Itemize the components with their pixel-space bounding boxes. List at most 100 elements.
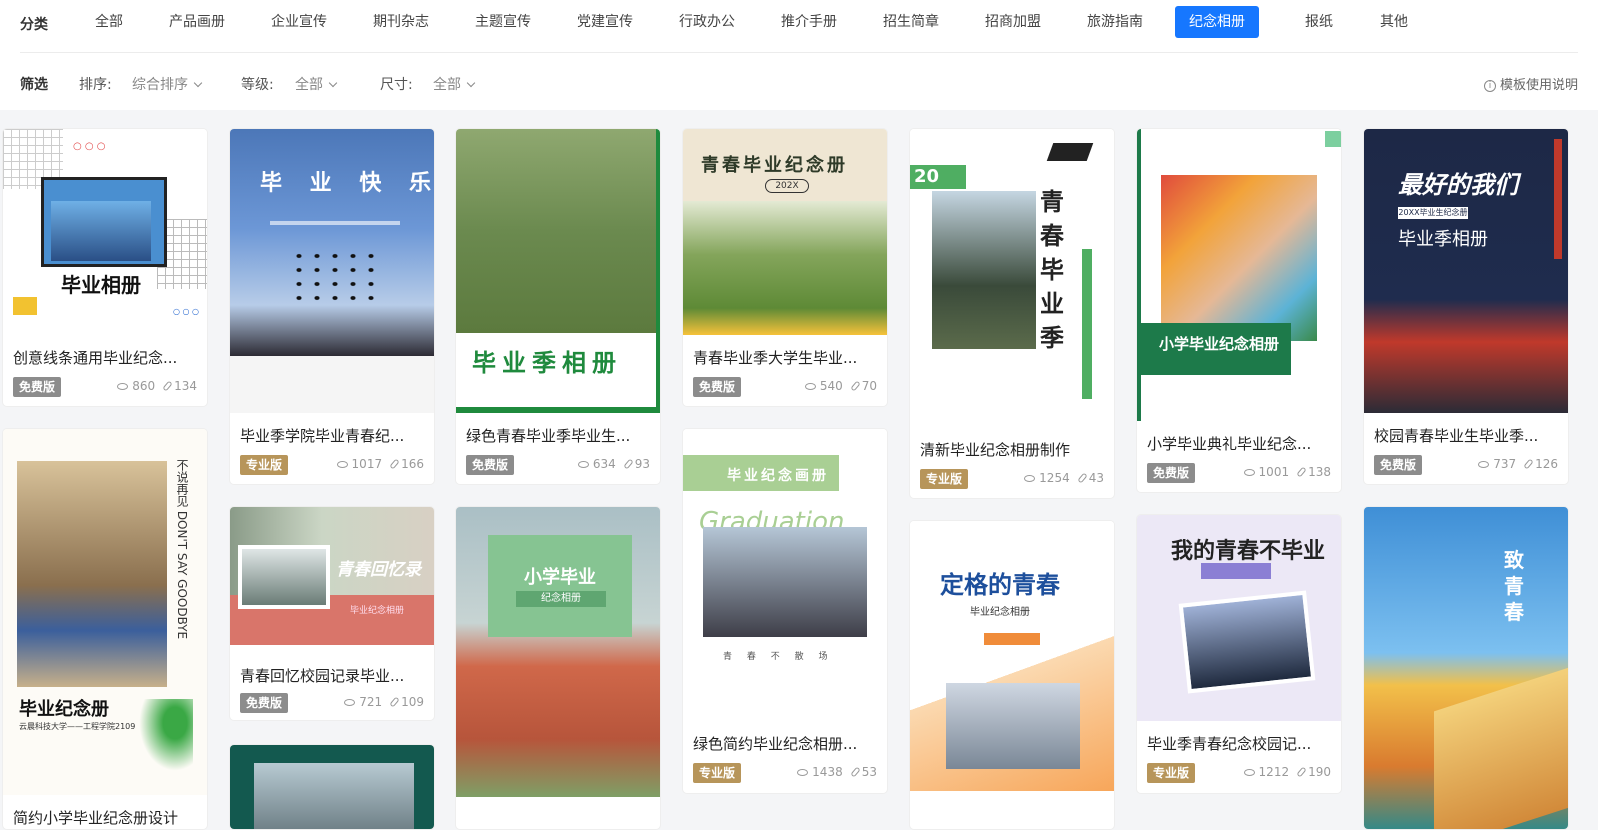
divider [20,52,1578,53]
template-title[interactable]: 小学毕业典礼毕业纪念... [1147,433,1331,454]
template-thumbnail[interactable]: 最好的我们 20XX毕业生纪念册 毕业季相册 [1364,129,1568,413]
paperclip-icon [389,696,400,708]
template-thumbnail[interactable]: 毕业相册 ○ ○ ○ ○ ○ ○ [3,129,207,335]
template-thumbnail[interactable]: 致青春 [1364,507,1568,829]
template-card[interactable]: 20 青春毕业季 清新毕业纪念相册制作 专业版 1254 43 [909,128,1115,499]
template-stats: 634 93 [577,457,650,471]
category-theme[interactable]: 主题宣传 [461,6,545,38]
category-party[interactable]: 党建宣传 [563,6,647,38]
template-title[interactable]: 青春回忆校园记录毕业... [240,665,424,686]
license-badge: 专业版 [920,469,969,489]
use-count: 166 [401,457,424,471]
template-title[interactable]: 毕业季学院毕业青春纪... [240,425,424,446]
template-thumbnail[interactable]: 毕业季相册 [456,129,660,413]
template-thumbnail[interactable]: 毕 业 快 乐 [230,129,434,413]
help-label: 模板使用说明 [1499,78,1578,93]
template-thumbnail[interactable]: 我的青春不毕业 [1137,515,1341,721]
template-thumbnail[interactable]: 小学毕业 纪念相册 [456,507,660,797]
use-count: 109 [401,695,424,709]
category-travel[interactable]: 旅游指南 [1073,6,1157,38]
template-card[interactable]: 毕业纪念画册 Graduation 青 春 不 散 场 绿色简约毕业纪念相册..… [682,428,888,794]
license-badge: 专业版 [693,763,742,783]
license-badge: 专业版 [1147,763,1196,783]
template-card[interactable]: 不说再见 DON'T SAY GOODBYE 毕业纪念册 云晨科技大学——工程学… [2,428,208,830]
category-album[interactable]: 纪念相册 [1175,6,1259,38]
template-card[interactable]: 毕 业 快 乐 毕业季学院毕业青春纪... 专业版 1017 166 [229,128,435,485]
template-stats: 1212 190 [1243,765,1331,779]
use-count: 93 [634,457,650,471]
template-thumbnail[interactable]: 小学毕业纪念相册 [1137,129,1341,421]
template-thumbnail[interactable]: 20 青春毕业季 [910,129,1114,427]
thumbnail-text: 青春回忆录 [336,560,421,580]
paperclip-icon [1523,458,1534,470]
category-newspaper[interactable]: 报纸 [1291,6,1347,38]
template-title[interactable]: 青春毕业季大学生毕业... [693,347,877,368]
thumbnail-text: 致青春 [1504,548,1524,624]
use-count: 126 [1535,457,1558,471]
template-card[interactable] [229,744,435,830]
view-count: 1001 [1258,465,1290,479]
template-thumbnail[interactable]: 青春回忆录 毕业纪念相册 [230,507,434,645]
view-count: 721 [359,695,383,709]
template-title[interactable]: 简约小学毕业纪念册设计 [13,807,197,828]
template-card[interactable]: 定格的青春 毕业纪念相册 [909,520,1115,830]
paperclip-icon [1077,472,1088,484]
license-badge: 免费版 [240,693,289,713]
template-card[interactable]: 我的青春不毕业 毕业季青春纪念校园记... 专业版 1212 190 [1136,514,1342,794]
template-card[interactable]: 小学毕业纪念相册 小学毕业典礼毕业纪念... 免费版 1001 138 [1136,128,1342,493]
template-title[interactable]: 绿色青春毕业季毕业生... [466,425,650,446]
thumbnail-text: 我的青春不毕业 [1171,539,1326,564]
template-card[interactable]: 毕业季相册 绿色青春毕业季毕业生... 免费版 634 93 [455,128,661,485]
template-thumbnail[interactable] [230,745,434,829]
template-stats: 540 70 [804,379,877,393]
eye-icon [804,383,816,390]
use-count: 134 [174,379,197,393]
template-title[interactable]: 毕业季青春纪念校园记... [1147,733,1331,754]
category-label: 分类 [20,17,48,33]
thumbnail-text: 小学毕业纪念相册 [1159,335,1280,353]
view-count: 540 [819,379,843,393]
view-count: 634 [592,457,616,471]
template-thumbnail[interactable]: 青春毕业纪念册 202X [683,129,887,335]
category-office[interactable]: 行政办公 [665,6,749,38]
eye-icon [1024,475,1036,482]
template-title[interactable]: 绿色简约毕业纪念相册... [693,733,877,754]
thumbnail-text: 青春毕业纪念册 [701,155,848,176]
template-card[interactable]: 最好的我们 20XX毕业生纪念册 毕业季相册 校园青春毕业生毕业季... 免费版… [1363,128,1569,485]
template-thumbnail[interactable]: 定格的青春 毕业纪念相册 [910,521,1114,791]
template-help-link[interactable]: i 模板使用说明 [1483,74,1578,93]
template-card[interactable]: 青春回忆录 毕业纪念相册 青春回忆校园记录毕业... 免费版 721 109 [229,506,435,721]
category-product-brochure[interactable]: 产品画册 [155,6,239,38]
view-count: 1438 [812,765,843,779]
template-thumbnail[interactable]: 不说再见 DON'T SAY GOODBYE 毕业纪念册 云晨科技大学——工程学… [3,429,207,795]
category-admissions[interactable]: 招生简章 [869,6,953,38]
sort-dropdown[interactable]: 综合排序 [132,74,203,94]
use-count: 138 [1308,465,1331,479]
license-badge: 免费版 [13,377,62,397]
license-badge: 免费版 [693,377,742,397]
template-title[interactable]: 校园青春毕业生毕业季... [1374,425,1558,446]
category-corporate[interactable]: 企业宣传 [257,6,341,38]
level-dropdown[interactable]: 全部 [295,74,338,94]
template-thumbnail[interactable]: 毕业纪念画册 Graduation 青 春 不 散 场 [683,429,887,721]
size-dropdown[interactable]: 全部 [433,74,476,94]
template-card[interactable]: 小学毕业 纪念相册 [455,506,661,830]
size-label: 尺寸: [380,77,413,93]
category-magazine[interactable]: 期刊杂志 [359,6,443,38]
thumbnail-text: 毕业相册 [61,273,141,297]
paperclip-icon [850,380,861,392]
category-all[interactable]: 全部 [81,6,137,38]
template-card[interactable]: 致青春 [1363,506,1569,830]
template-card[interactable]: 青春毕业纪念册 202X 青春毕业季大学生毕业... 免费版 540 70 [682,128,888,407]
thumbnail-text: 毕业纪念册 [19,699,109,720]
category-other[interactable]: 其他 [1366,6,1422,38]
thumbnail-text: 毕 业 快 乐 [260,171,434,196]
template-card[interactable]: 毕业相册 ○ ○ ○ ○ ○ ○ 创意线条通用毕业纪念... 免费版 860 13… [2,128,208,407]
template-title[interactable]: 创意线条通用毕业纪念... [13,347,197,368]
template-stats: 1017 166 [336,457,424,471]
eye-icon [344,699,356,706]
eye-icon [1243,769,1255,776]
category-franchise[interactable]: 招商加盟 [971,6,1055,38]
template-title[interactable]: 清新毕业纪念相册制作 [920,439,1104,460]
category-promo-manual[interactable]: 推介手册 [767,6,851,38]
